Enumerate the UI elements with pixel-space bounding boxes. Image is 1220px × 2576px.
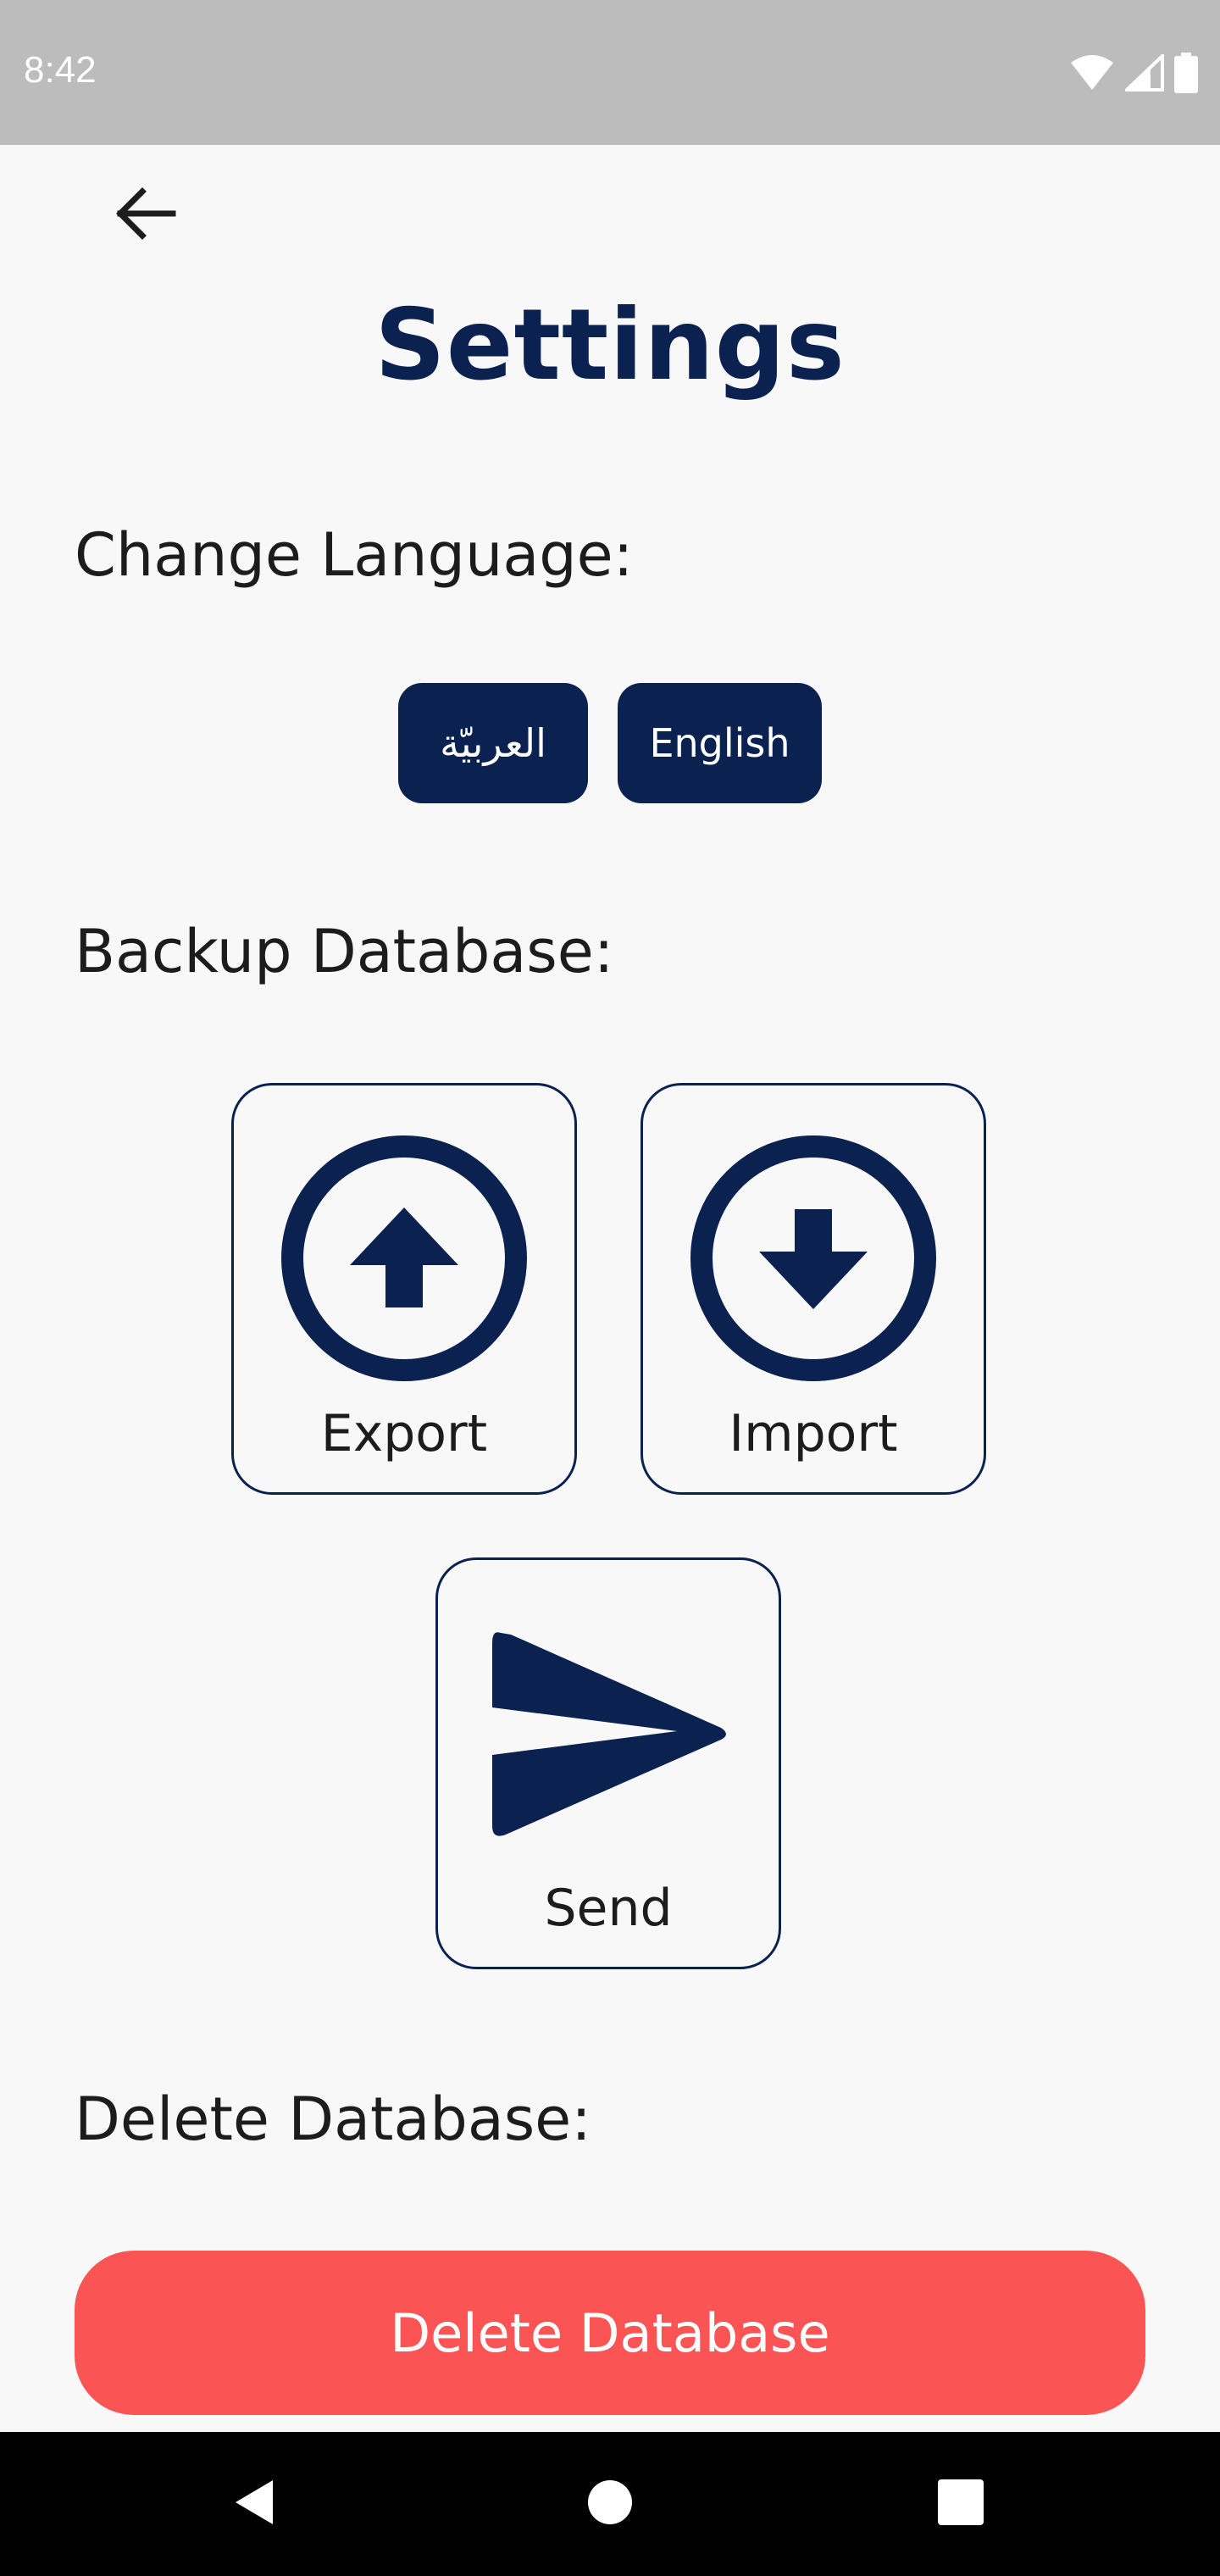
back-button[interactable]	[95, 173, 197, 258]
import-label: Import	[729, 1404, 898, 1463]
home-circle-icon	[587, 2479, 633, 2529]
status-icons	[1069, 49, 1198, 97]
change-language-label: Change Language:	[75, 520, 634, 590]
navigation-bar	[0, 2432, 1220, 2576]
wifi-icon	[1069, 54, 1115, 92]
page-title: Settings	[374, 288, 846, 402]
nav-back-button[interactable]	[195, 2432, 313, 2576]
english-language-button[interactable]: English	[618, 683, 822, 803]
arrow-left-icon	[112, 184, 180, 247]
import-button[interactable]: Import	[640, 1083, 986, 1495]
back-triangle-icon	[230, 2477, 278, 2531]
status-time: 8:42	[24, 49, 97, 91]
nav-recents-button[interactable]	[901, 2432, 1020, 2576]
nav-home-button[interactable]	[551, 2432, 669, 2576]
send-button[interactable]: Send	[435, 1557, 781, 1969]
export-button[interactable]: Export	[231, 1083, 577, 1495]
delete-database-label: Delete Database:	[75, 2085, 591, 2154]
export-label: Export	[320, 1404, 488, 1463]
upload-circle-icon	[279, 1133, 530, 1387]
delete-database-button[interactable]: Delete Database	[75, 2251, 1145, 2415]
send-icon	[485, 1626, 731, 1846]
battery-icon	[1174, 53, 1198, 93]
download-circle-icon	[688, 1133, 939, 1387]
signal-icon	[1125, 54, 1164, 92]
recents-square-icon	[938, 2479, 984, 2529]
arabic-language-button[interactable]: العربيّة	[398, 683, 588, 803]
backup-database-label: Backup Database:	[75, 917, 614, 986]
send-label: Send	[544, 1879, 673, 1938]
status-bar: 8:42	[0, 0, 1220, 145]
